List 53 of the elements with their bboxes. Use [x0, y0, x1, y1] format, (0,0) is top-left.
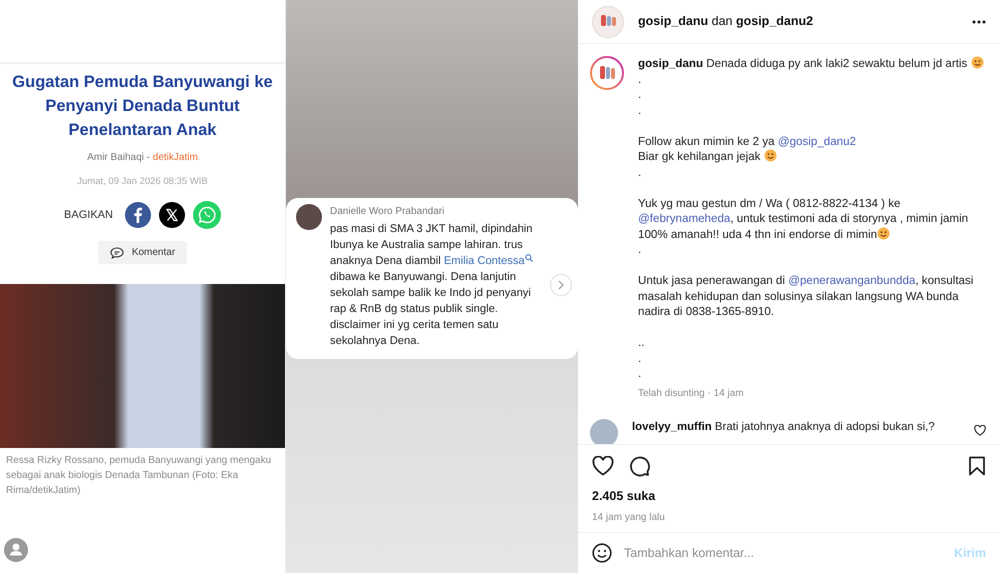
source-name: detikJatim — [152, 152, 198, 163]
photo-caption: Ressa Rizky Rossano, pemuda Banyuwangi yang mengaku sebagai anak biologis Denada Tambunan (Foto: Eka Rima/detikJatim) — [6, 454, 272, 498]
caption-text: gosip_danu Denada diduga py ank laki2 sewaktu belum jd artis . — [638, 56, 986, 87]
caption-text: . — [638, 87, 642, 102]
post-authors: gosip_danu dan gosip_danu2 — [638, 13, 814, 30]
speech-bubble-icon — [110, 246, 124, 259]
like-count[interactable]: 2.405 suka — [592, 487, 986, 506]
caption-text: . — [638, 242, 642, 258]
caption-text: . — [638, 164, 642, 180]
caption-text: Yuk yg mau gestun dm / Wa ( 0812-8822-4134 ) ke @febrynameheda, untuk testimoni ada di storynya , mimin jamin 100% amanah!! uda 4 thn ini endorse di mimin — [638, 196, 970, 242]
share-label: BAGIKAN — [64, 208, 113, 223]
comment-button[interactable] — [628, 455, 650, 477]
name-link[interactable]: Emilia Contessa — [444, 255, 525, 267]
bookmark-button[interactable] — [968, 456, 986, 476]
profile-avatar[interactable] — [590, 56, 624, 90]
mention-link[interactable]: @gosip_danu2 — [778, 134, 856, 148]
caption-text: . — [638, 102, 642, 118]
user-avatar-icon — [4, 538, 28, 562]
emoji-icon[interactable] — [592, 543, 612, 563]
emoji-icon — [877, 226, 890, 240]
caption-text: . — [638, 350, 642, 366]
comment-text: pas masi di SMA 3 JKT hamil, dipindahin Ibunya ke Australia sampe lahiran. trus anaknya Dena diambil Emilia Contessa dibawa ke Banyuwangi. Dena lanjutin sekolah sampe balik ke Indo jd penyanyi rap & RnB dg status publik single. disclaimer ini yg cerita temen satu sekolahnya Dena. — [330, 222, 534, 349]
like-button[interactable] — [974, 424, 986, 436]
caption-text: Follow akun mimin ke 2 ya @gosip_danu2 — [638, 134, 858, 149]
profile-avatar[interactable] — [592, 6, 624, 38]
more-icon — [972, 20, 986, 24]
commenter-name: Danielle Woro Prabandari — [330, 205, 446, 219]
comment-text: lovelyy_muffin Brati jatohnya anaknya di adopsi bukan si,? — [632, 420, 936, 434]
caption-text: . — [638, 366, 642, 382]
post-time: 14 jam yang lalu — [592, 510, 666, 525]
username-link[interactable]: gosip_danu — [638, 14, 708, 28]
emoji-icon — [764, 149, 777, 162]
caption-text: Untuk jasa penerawangan di @penerawanganbundda, konsultasi masalah kehidupan dan solusinya silakan langsung WA bunda nadira di 0838-1365-8910. — [638, 273, 974, 320]
facebook-share-icon[interactable] — [124, 202, 151, 228]
article-date: Jumat, 09 Jan 2026 08:35 WIB — [76, 175, 209, 189]
username-link[interactable]: gosip_danu2 — [736, 14, 814, 28]
more-options-button[interactable] — [972, 20, 986, 24]
caption-text: .. — [638, 335, 646, 350]
avatar-placeholder — [296, 204, 322, 230]
article-title: Gugatan Pemuda Banyuwangi ke Penyanyi Denada Buntut Penelantaran Anak — [11, 72, 274, 141]
caption-text: Biar gk kehilangan jejak — [638, 149, 986, 164]
x-share-icon[interactable] — [158, 202, 185, 228]
username-link[interactable]: gosip_danu — [638, 57, 704, 70]
like-button[interactable] — [592, 456, 614, 476]
comment-button[interactable]: Komentar — [98, 241, 188, 264]
search-icon[interactable] — [524, 254, 533, 262]
author-name: Amir Baihaqi - — [87, 152, 150, 163]
username-link[interactable]: lovelyy_muffin — [632, 420, 712, 432]
emoji-icon — [970, 56, 984, 69]
mention-link[interactable]: @febrynameheda — [638, 212, 730, 225]
edited-time: Telah disunting · 14 jam — [638, 386, 745, 400]
chevron-right-icon — [557, 280, 565, 290]
mention-link[interactable]: @penerawanganbundda — [788, 274, 916, 287]
